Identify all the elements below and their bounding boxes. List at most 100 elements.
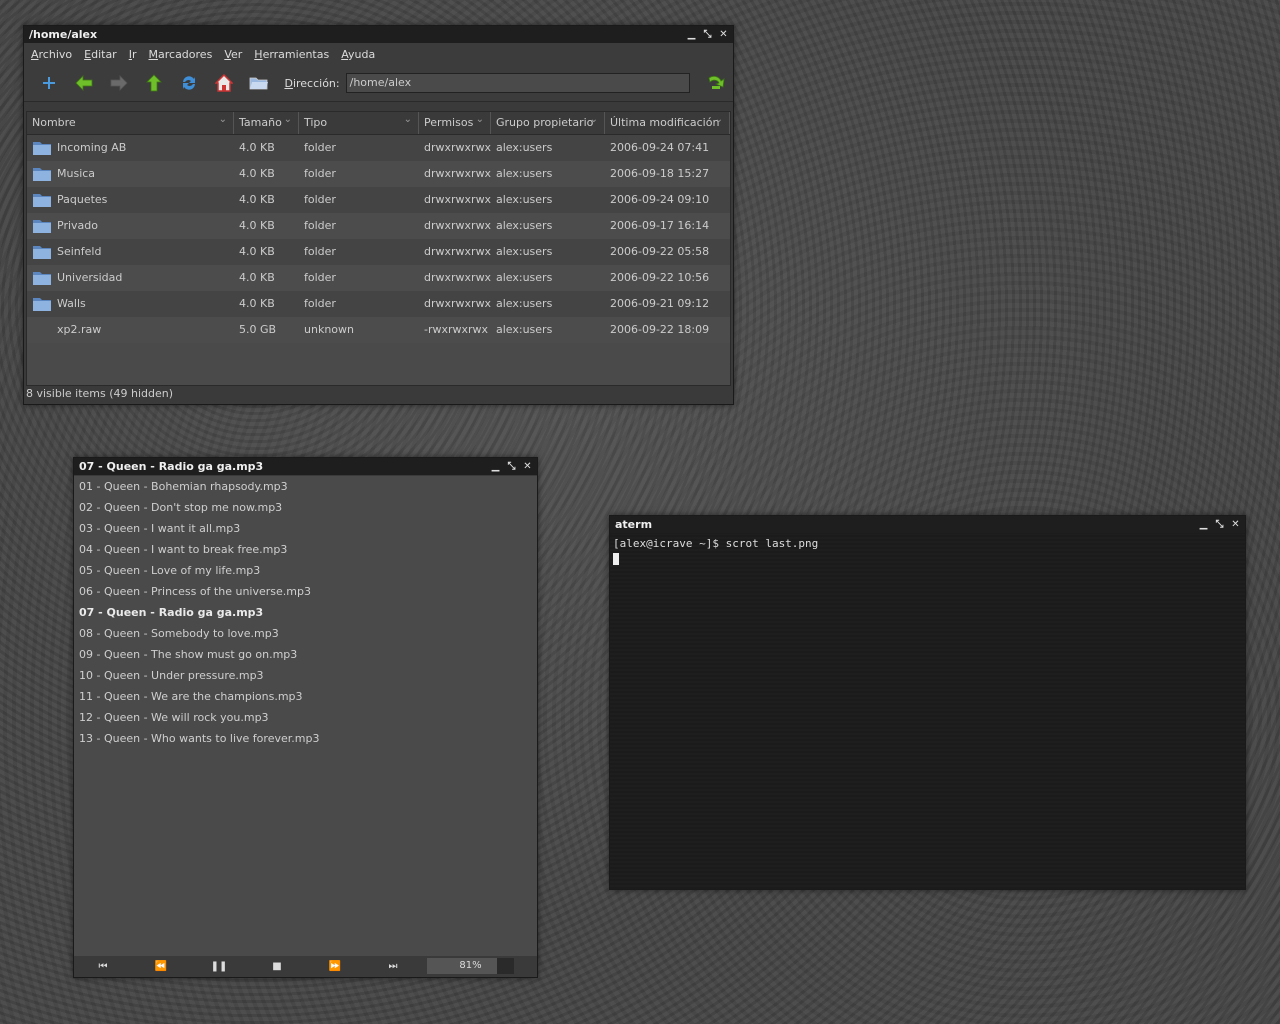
refresh-button[interactable]	[172, 69, 207, 97]
open-folder-button[interactable]	[242, 69, 277, 97]
menu-ver[interactable]: Ver	[224, 48, 242, 61]
pause-icon: ❚❚	[210, 961, 228, 972]
table-row[interactable]: Musica 4.0 KB folder drwxrwxrwx alex:users 20…	[27, 161, 730, 187]
table-row[interactable]: xp2.raw 5.0 GB unknown -rwxrwxrwx alex:users…	[27, 317, 730, 343]
file-list: Nombre Tamaño Tipo Permisos Grupo propie…	[26, 109, 731, 386]
terminal-line: [alex@icrave ~]$ scrot last.png	[613, 537, 819, 550]
column-header-modified[interactable]: Última modificación	[605, 109, 730, 134]
terminal-body[interactable]: [alex@icrave ~]$ scrot last.png	[610, 534, 1245, 889]
plus-icon	[43, 77, 56, 89]
file-name: xp2.raw	[57, 323, 102, 336]
table-row[interactable]: Seinfeld 4.0 KB folder drwxrwxrwx alex:users…	[27, 239, 730, 265]
column-header-group[interactable]: Grupo propietario	[491, 109, 605, 134]
playlist-item[interactable]: 01 - Queen - Bohemian rhapsody.mp3	[74, 476, 537, 497]
terminal-cursor	[613, 553, 619, 565]
file-type-cell: unknown	[304, 323, 354, 336]
minimize-icon[interactable]: ▁	[686, 26, 697, 43]
file-name: Walls	[57, 297, 86, 310]
file-permissions-cell: drwxrwxrwx	[424, 271, 491, 284]
pause-button[interactable]: ❚❚	[190, 961, 248, 972]
table-row[interactable]: Paquetes 4.0 KB folder drwxrwxrwx alex:users…	[27, 187, 730, 213]
playlist-item[interactable]: 05 - Queen - Love of my life.mp3	[74, 560, 537, 581]
new-button[interactable]	[32, 69, 67, 97]
column-header-size[interactable]: Tamaño	[234, 109, 299, 134]
open-folder-icon	[249, 77, 268, 90]
file-group-cell: alex:users	[496, 323, 553, 336]
column-header-name[interactable]: Nombre	[27, 109, 234, 134]
playlist-item[interactable]: 09 - Queen - The show must go on.mp3	[74, 644, 537, 665]
menu-ayuda[interactable]: Ayuda	[341, 48, 375, 61]
file-modified-cell: 2006-09-22 18:09	[610, 323, 710, 336]
folder-icon	[33, 246, 51, 259]
file-size-cell: 4.0 KB	[239, 271, 275, 284]
close-icon[interactable]: ✕	[522, 458, 533, 475]
menu-marcadores[interactable]: Marcadores	[149, 48, 213, 61]
playlist-item[interactable]: 13 - Queen - Who wants to live forever.m…	[74, 728, 537, 749]
go-button[interactable]	[698, 69, 733, 97]
toolbar: Dirección: /home/alex	[24, 65, 733, 102]
menu-herramientas[interactable]: Herramientas	[254, 48, 329, 61]
file-name: Paquetes	[57, 193, 108, 206]
address-input[interactable]: /home/alex	[345, 73, 691, 93]
playlist-item[interactable]: 12 - Queen - We will rock you.mp3	[74, 707, 537, 728]
file-group-cell: alex:users	[496, 297, 553, 310]
go-arrow-icon	[708, 75, 725, 89]
forward-button[interactable]	[102, 69, 137, 97]
playlist-item[interactable]: 07 - Queen - Radio ga ga.mp3	[74, 602, 537, 623]
file-name-cell: xp2.raw	[27, 317, 234, 343]
column-header-type[interactable]: Tipo	[299, 109, 419, 134]
playlist-item[interactable]: 08 - Queen - Somebody to love.mp3	[74, 623, 537, 644]
menu-editar[interactable]: Editar	[84, 48, 117, 61]
terminal-titlebar[interactable]: aterm ▁ ⤡ ✕	[610, 516, 1245, 533]
playlist-item[interactable]: 02 - Queen - Don't stop me now.mp3	[74, 497, 537, 518]
stop-button[interactable]: ■	[248, 961, 306, 972]
back-button[interactable]	[67, 69, 102, 97]
volume-slider[interactable]: 81%	[427, 958, 514, 974]
file-permissions-cell: drwxrwxrwx	[424, 245, 491, 258]
maximize-icon[interactable]: ⤡	[702, 26, 713, 43]
playlist-item[interactable]: 10 - Queen - Under pressure.mp3	[74, 665, 537, 686]
table-row[interactable]: Privado 4.0 KB folder drwxrwxrwx alex:users 2…	[27, 213, 730, 239]
minimize-icon[interactable]: ▁	[1198, 516, 1209, 533]
file-manager-titlebar[interactable]: /home/alex ▁ ⤡ ✕	[24, 26, 733, 43]
up-button[interactable]	[137, 69, 172, 97]
previous-track-button[interactable]: ⏮	[74, 961, 132, 972]
close-icon[interactable]: ✕	[1230, 516, 1241, 533]
player-titlebar[interactable]: 07 - Queen - Radio ga ga.mp3 ▁ ⤡ ✕	[74, 458, 537, 475]
folder-icon	[33, 194, 51, 207]
minimize-icon[interactable]: ▁	[490, 458, 501, 475]
fast-forward-button[interactable]: ⏩	[306, 961, 364, 972]
window-title: 07 - Queen - Radio ga ga.mp3	[79, 460, 264, 473]
terminal-window: aterm ▁ ⤡ ✕ [alex@icrave ~]$ scrot last.…	[609, 515, 1246, 890]
table-row[interactable]: Incoming AB 4.0 KB folder drwxrwxrwx alex:us…	[27, 135, 730, 161]
file-name-cell: Paquetes	[27, 187, 234, 213]
window-title: /home/alex	[29, 28, 98, 41]
file-name-cell: Musica	[27, 161, 234, 187]
playlist-item[interactable]: 11 - Queen - We are the champions.mp3	[74, 686, 537, 707]
playlist-item[interactable]: 03 - Queen - I want it all.mp3	[74, 518, 537, 539]
file-name: Incoming AB	[57, 141, 127, 154]
folder-icon	[33, 298, 51, 311]
skip-back-icon: ⏮	[98, 961, 108, 972]
playlist-item[interactable]: 04 - Queen - I want to break free.mp3	[74, 539, 537, 560]
table-row[interactable]: Universidad 4.0 KB folder drwxrwxrwx alex:us…	[27, 265, 730, 291]
table-row[interactable]: Walls 4.0 KB folder drwxrwxrwx alex:users 200…	[27, 291, 730, 317]
next-track-button[interactable]: ⏭	[364, 961, 422, 972]
file-name: Universidad	[57, 271, 123, 284]
playlist-item[interactable]: 06 - Queen - Princess of the universe.mp…	[74, 581, 537, 602]
file-group-cell: alex:users	[496, 193, 553, 206]
stop-icon: ■	[272, 961, 282, 972]
file-permissions-cell: drwxrwxrwx	[424, 193, 491, 206]
close-icon[interactable]: ✕	[718, 26, 729, 43]
file-type-cell: folder	[304, 245, 336, 258]
maximize-icon[interactable]: ⤡	[506, 458, 517, 475]
rewind-button[interactable]: ⏪	[132, 961, 190, 972]
arrow-left-icon	[75, 75, 93, 91]
file-manager-window: /home/alex ▁ ⤡ ✕ Archivo Editar Ir Marca…	[23, 25, 734, 405]
menu-archivo[interactable]: Archivo	[31, 48, 72, 61]
menu-ir[interactable]: Ir	[129, 48, 137, 61]
column-header-permissions[interactable]: Permisos	[419, 109, 491, 134]
maximize-icon[interactable]: ⤡	[1214, 516, 1225, 533]
home-button[interactable]	[207, 69, 242, 97]
file-name-cell: Incoming AB	[27, 135, 234, 161]
